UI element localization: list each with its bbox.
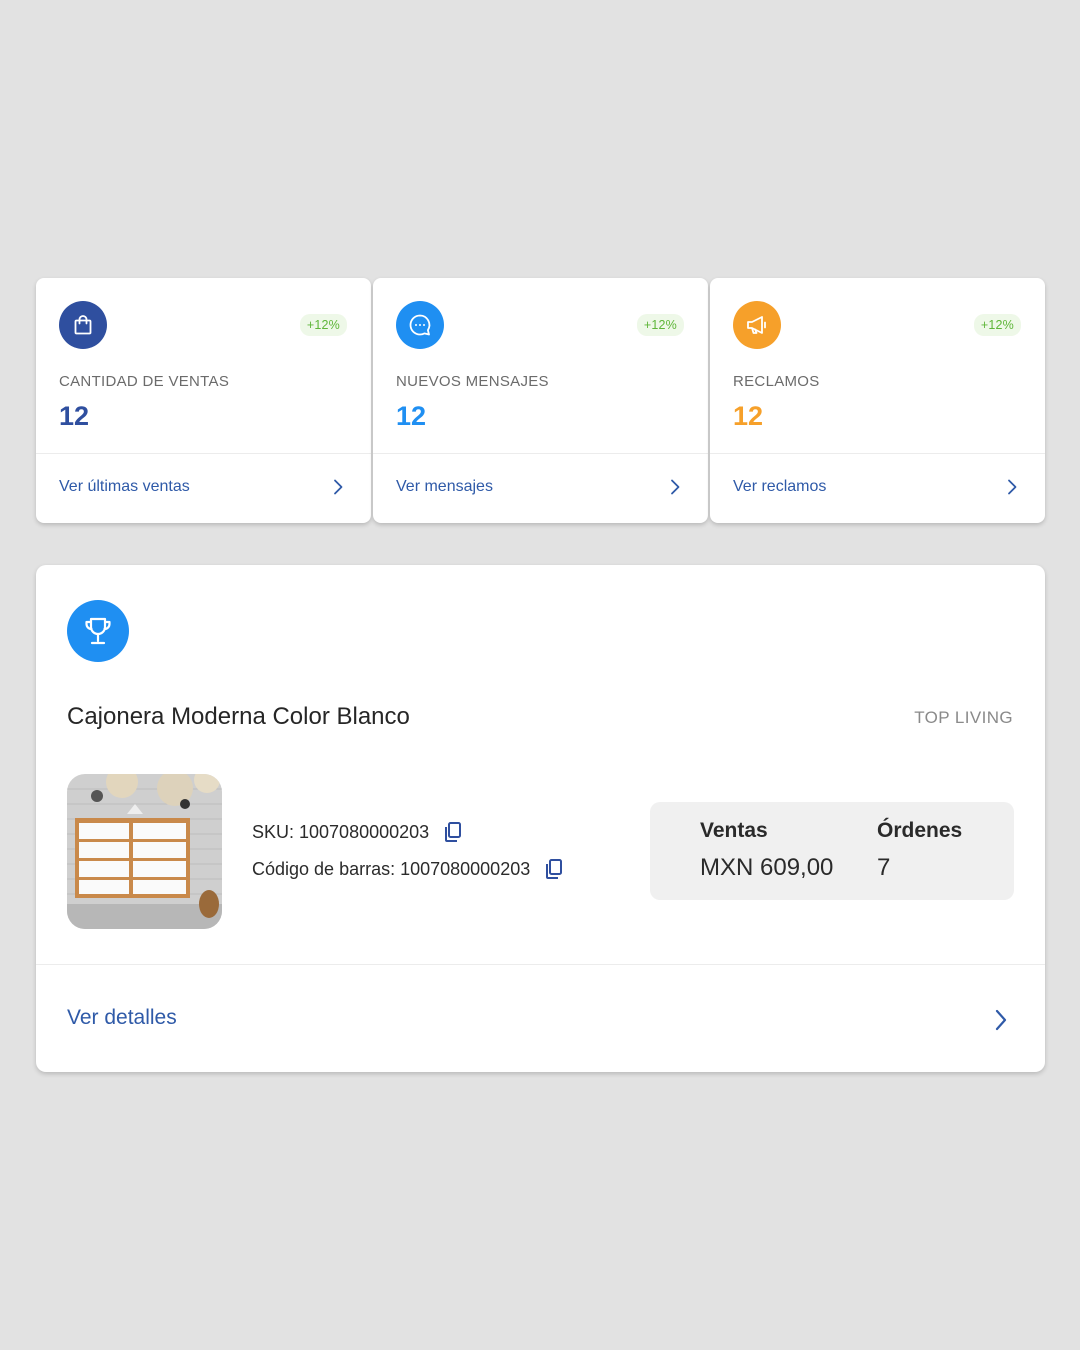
- chat-bubble-icon: [396, 301, 444, 349]
- product-metrics-panel: Ventas MXN 609,00 Órdenes 7: [650, 802, 1014, 900]
- stat-card-header: +12% NUEVOS MENSAJES 12: [373, 278, 708, 454]
- stat-card-ventas: +12% CANTIDAD DE VENTAS 12 Ver últimas v…: [36, 278, 371, 523]
- stat-card-header: +12% CANTIDAD DE VENTAS 12: [36, 278, 371, 454]
- stat-label: CANTIDAD DE VENTAS: [59, 373, 230, 390]
- product-image: [67, 774, 222, 929]
- copy-icon[interactable]: [544, 858, 564, 880]
- sku-text: SKU: 1007080000203: [252, 821, 430, 842]
- divider: [36, 964, 1045, 965]
- product-sku: SKU: 1007080000203: [252, 821, 463, 843]
- stat-card-mensajes: +12% NUEVOS MENSAJES 12 Ver mensajes: [373, 278, 708, 523]
- ventas-label: Ventas: [700, 819, 768, 842]
- shopping-bag-icon: [59, 301, 107, 349]
- product-barcode: Código de barras: 1007080000203: [252, 858, 564, 880]
- stat-label: RECLAMOS: [733, 373, 820, 390]
- ver-ultimas-ventas-link[interactable]: Ver últimas ventas: [59, 478, 190, 496]
- ventas-value: MXN 609,00: [700, 854, 834, 881]
- ver-detalles-link[interactable]: Ver detalles: [67, 1006, 177, 1030]
- product-brand: TOP LIVING: [914, 708, 1013, 727]
- stat-card-header: +12% RECLAMOS 12: [710, 278, 1045, 454]
- stat-value: 12: [733, 401, 764, 431]
- stat-card-reclamos: +12% RECLAMOS 12 Ver reclamos: [710, 278, 1045, 523]
- chevron-right-icon[interactable]: [329, 478, 347, 496]
- growth-badge: +12%: [973, 314, 1021, 336]
- copy-icon[interactable]: [443, 821, 463, 843]
- ver-reclamos-link[interactable]: Ver reclamos: [733, 478, 826, 496]
- stats-row: +12% CANTIDAD DE VENTAS 12 Ver últimas v…: [36, 278, 1045, 523]
- chevron-right-icon[interactable]: [1003, 478, 1021, 496]
- trophy-icon: [67, 600, 129, 662]
- stat-label: NUEVOS MENSAJES: [396, 373, 549, 390]
- ver-mensajes-link[interactable]: Ver mensajes: [396, 478, 493, 496]
- growth-badge: +12%: [636, 314, 684, 336]
- growth-badge: +12%: [299, 314, 347, 336]
- barcode-text: Código de barras: 1007080000203: [252, 858, 531, 879]
- top-product-card: Cajonera Moderna Color Blanco TOP LIVING: [36, 565, 1045, 1072]
- chevron-right-icon[interactable]: [990, 1008, 1012, 1032]
- product-title: Cajonera Moderna Color Blanco: [67, 703, 410, 730]
- chevron-right-icon[interactable]: [666, 478, 684, 496]
- stat-value: 12: [59, 401, 90, 431]
- ordenes-value: 7: [877, 854, 891, 881]
- ordenes-label: Órdenes: [877, 819, 963, 842]
- megaphone-icon: [733, 301, 781, 349]
- stat-value: 12: [396, 401, 427, 431]
